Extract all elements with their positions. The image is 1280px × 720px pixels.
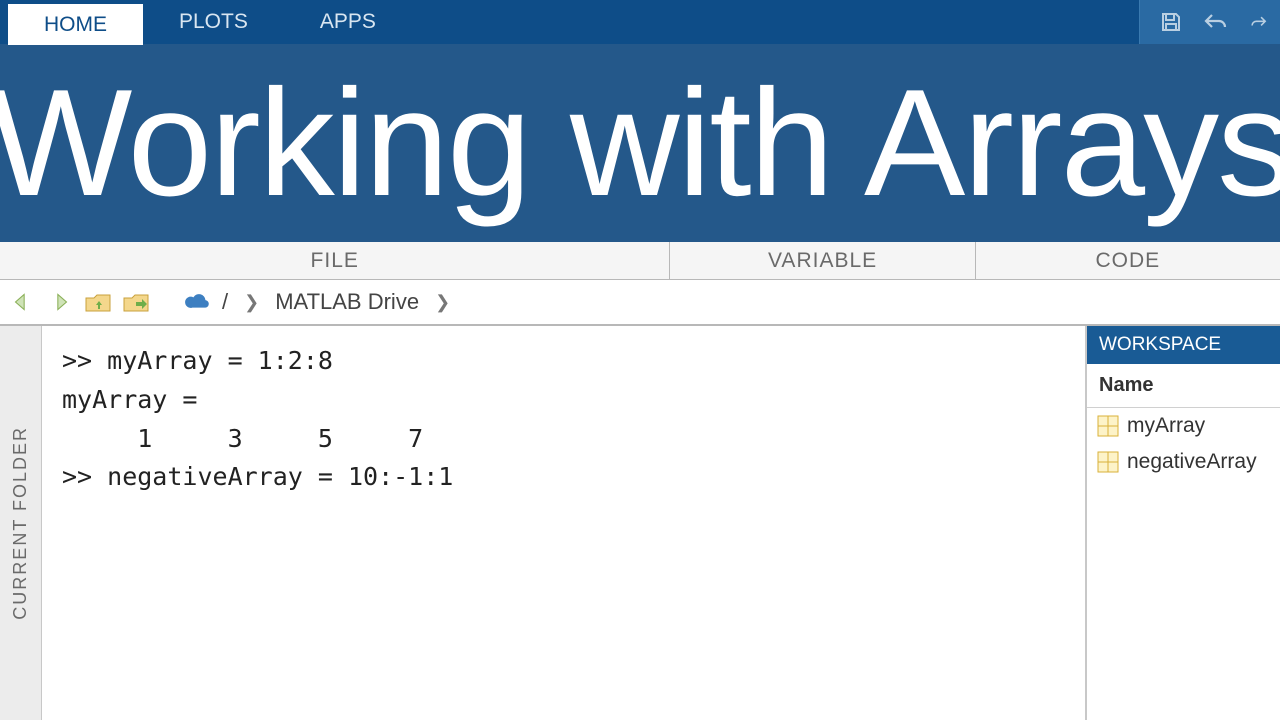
- main-area: CURRENT FOLDER >> myArray = 1:2:8 myArra…: [0, 326, 1280, 720]
- ribbon-section-labels: FILE VARIABLE CODE: [0, 242, 1280, 280]
- redo-icon[interactable]: [1246, 9, 1272, 35]
- save-icon[interactable]: [1158, 9, 1184, 35]
- ribbon-section-file: FILE: [0, 242, 670, 279]
- cmd-line: >> negativeArray = 10:-1:1: [62, 458, 1065, 497]
- workspace-var-name: negativeArray: [1127, 450, 1257, 474]
- cmd-line: 1 3 5 7: [62, 420, 1065, 459]
- ribbon-section-variable: VARIABLE: [670, 242, 975, 279]
- quick-access-toolbar: [1139, 0, 1280, 44]
- up-folder-icon[interactable]: [84, 288, 112, 316]
- breadcrumb-root[interactable]: /: [222, 289, 228, 315]
- headline-text: Working with Arrays: [0, 56, 1280, 231]
- tab-home[interactable]: HOME: [8, 4, 143, 45]
- tab-strip: HOME PLOTS APPS: [0, 0, 412, 44]
- workspace-col-header[interactable]: Name: [1087, 364, 1280, 408]
- chevron-right-icon: ❯: [244, 292, 259, 313]
- workspace-var[interactable]: negativeArray: [1087, 444, 1280, 480]
- tab-apps[interactable]: APPS: [284, 0, 412, 44]
- forward-icon[interactable]: [46, 288, 74, 316]
- top-tab-bar: HOME PLOTS APPS: [0, 0, 1280, 44]
- ribbon-section-code: CODE: [976, 242, 1280, 279]
- cmd-line: myArray =: [62, 381, 1065, 420]
- workspace-panel: WORKSPACE Name myArray negativeArray: [1085, 326, 1280, 720]
- back-icon[interactable]: [8, 288, 36, 316]
- workspace-var-name: myArray: [1127, 414, 1205, 438]
- workspace-title[interactable]: WORKSPACE: [1087, 326, 1280, 364]
- headline-overlay: Working with Arrays: [0, 44, 1280, 242]
- workspace-var[interactable]: myArray: [1087, 408, 1280, 444]
- breadcrumb-folder[interactable]: MATLAB Drive: [275, 289, 419, 315]
- cmd-line: >> myArray = 1:2:8: [62, 342, 1065, 381]
- current-folder-label: CURRENT FOLDER: [10, 426, 31, 620]
- tab-plots[interactable]: PLOTS: [143, 0, 284, 44]
- current-folder-panel-collapsed[interactable]: CURRENT FOLDER: [0, 326, 42, 720]
- command-window[interactable]: >> myArray = 1:2:8 myArray = 1 3 5 7 >> …: [42, 326, 1085, 720]
- chevron-right-icon: ❯: [435, 292, 450, 313]
- variable-grid-icon: [1097, 415, 1119, 437]
- path-toolbar: / ❯ MATLAB Drive ❯: [0, 280, 1280, 326]
- browse-folder-icon[interactable]: [122, 288, 150, 316]
- cloud-icon[interactable]: [184, 288, 212, 316]
- undo-icon[interactable]: [1202, 9, 1228, 35]
- variable-grid-icon: [1097, 451, 1119, 473]
